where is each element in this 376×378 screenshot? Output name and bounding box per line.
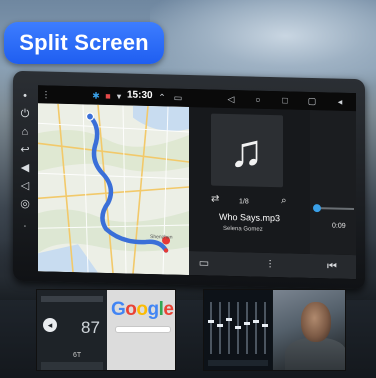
play-icon[interactable]: ◂: [43, 318, 57, 332]
repeat-icon[interactable]: ⇄: [211, 194, 219, 205]
volume-up-icon[interactable]: ◀: [18, 161, 32, 175]
feature-thumbnails: ◂ 87 6T Google: [36, 289, 356, 378]
thumbnail-equalizer-video: [203, 289, 346, 371]
nav-home-icon[interactable]: ○: [252, 94, 264, 106]
product-promo-image: Split Screen • ⏻ ⌂ ↩ ◀ ◁ ◎ · ⋮ ✱ ■ ▾ 15:…: [0, 0, 376, 378]
window-icon[interactable]: ▭: [172, 92, 184, 104]
touch-screen: ⋮ ✱ ■ ▾ 15:30 ⌃ ▭ ◁ ○ □ ▢ ◂ Shenzhen ♫ ⇄…: [38, 85, 356, 280]
progress-track[interactable]: [318, 207, 354, 211]
svg-text:Shenzhen: Shenzhen: [150, 234, 173, 241]
progress-handle[interactable]: [313, 204, 321, 213]
previous-icon[interactable]: ⏮: [325, 259, 339, 273]
person-face: [301, 302, 331, 342]
eq-slider[interactable]: [208, 320, 214, 323]
nav-recent-icon[interactable]: □: [279, 94, 291, 106]
video-still: [273, 290, 345, 370]
radio-band-label: 6T: [73, 352, 82, 359]
album-art: ♫: [211, 113, 283, 188]
volume-down-icon[interactable]: ◁: [18, 179, 32, 193]
search-icon[interactable]: ⌕: [281, 195, 287, 206]
thumbnail-radio-google: ◂ 87 6T Google: [36, 289, 176, 371]
eq-slider[interactable]: [262, 324, 268, 327]
nav-apps-icon[interactable]: ▢: [306, 95, 318, 107]
google-search-input[interactable]: [115, 326, 171, 333]
side-button-panel: • ⏻ ⌂ ↩ ◀ ◁ ◎ ·: [13, 71, 38, 282]
google-logo: Google: [111, 299, 174, 320]
radio-panel: ◂ 87 6T: [37, 290, 107, 370]
nav-volume-icon[interactable]: ◂: [334, 96, 346, 108]
progress-panel: 0:09: [310, 109, 356, 256]
equalizer-icon[interactable]: ⫶: [263, 258, 277, 272]
split-screen-badge: Split Screen: [4, 22, 164, 64]
radio-frequency: 87: [81, 318, 100, 337]
car-head-unit: • ⏻ ⌂ ↩ ◀ ◁ ◎ · ⋮ ✱ ■ ▾ 15:30 ⌃ ▭ ◁ ○ □ …: [13, 70, 365, 290]
track-artist: Selena Gomez: [223, 225, 263, 233]
music-controls-bar: ▭ ⫶ ⏮: [189, 251, 356, 280]
music-player: ♫ ⇄ 1/8 ⌕ Who Says.mp3 Selena Gomez: [189, 107, 310, 254]
signal-icon: ▾: [116, 91, 122, 102]
track-title: Who Says.mp3: [219, 211, 281, 224]
elapsed-time: 0:09: [332, 222, 346, 230]
eq-slider[interactable]: [217, 324, 223, 327]
back-icon[interactable]: ↩: [18, 143, 32, 157]
map-graphic: Shenzhen: [38, 103, 189, 275]
folder-icon[interactable]: ▭: [197, 256, 211, 270]
equalizer-panel: [204, 290, 272, 370]
navigation-map[interactable]: Shenzhen: [38, 103, 189, 276]
track-count: 1/8: [239, 198, 249, 206]
home-icon[interactable]: ⌂: [18, 125, 32, 139]
music-note-icon: ♫: [229, 123, 264, 177]
eq-slider[interactable]: [226, 318, 232, 321]
reset-icon[interactable]: ·: [18, 219, 32, 233]
status-time: 15:30: [127, 89, 153, 102]
eq-slider[interactable]: [244, 322, 250, 325]
person-shoulders: [285, 338, 345, 370]
menu-dots-icon[interactable]: ⋮: [40, 88, 52, 100]
mic-icon: •: [23, 89, 27, 103]
eq-slider[interactable]: [235, 326, 241, 329]
expand-icon[interactable]: ⌃: [156, 91, 168, 103]
eq-slider[interactable]: [253, 320, 259, 323]
nav-back-icon[interactable]: ◁: [225, 93, 237, 105]
bluetooth-icon: ✱: [92, 90, 100, 101]
power-icon[interactable]: ⏻: [18, 107, 32, 121]
gps-icon[interactable]: ◎: [18, 197, 32, 211]
